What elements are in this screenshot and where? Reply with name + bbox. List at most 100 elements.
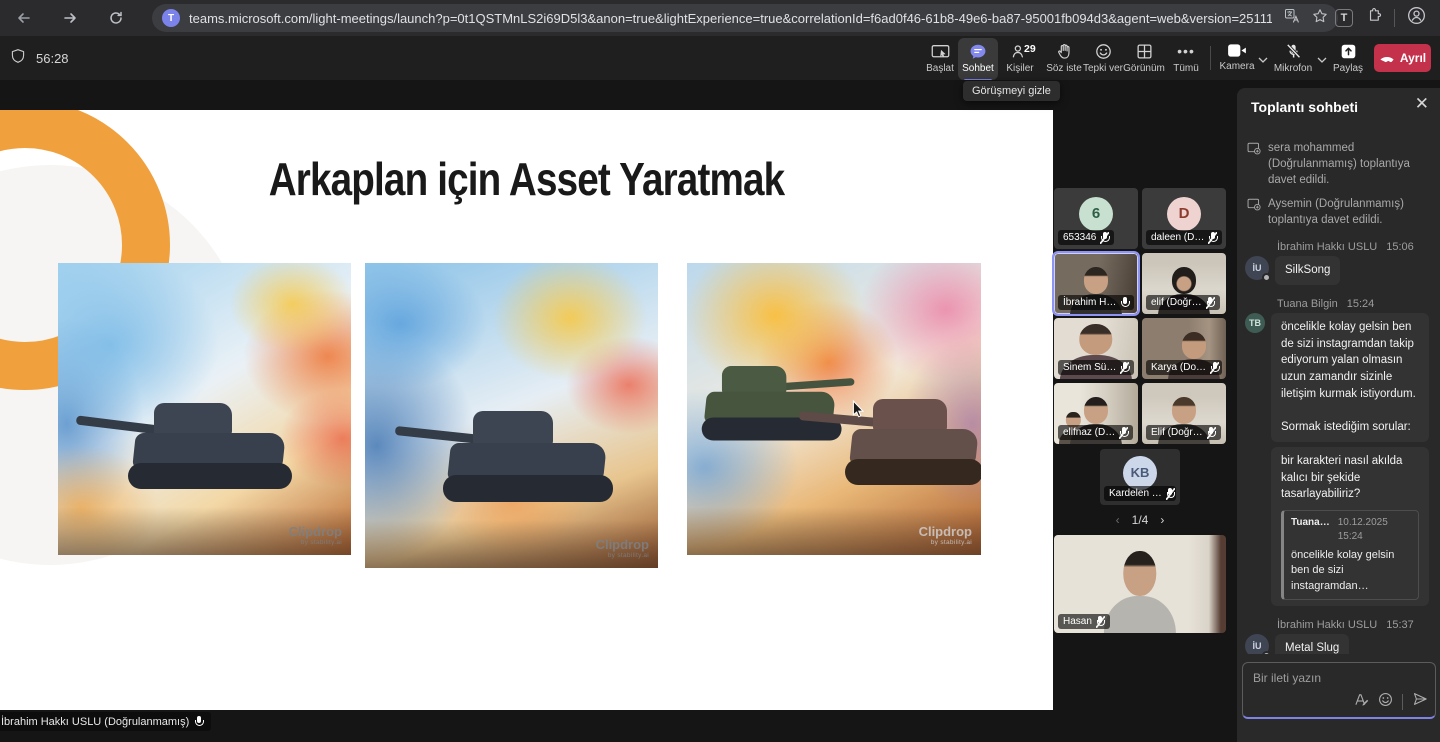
teams-meeting-window: T teams.microsoft.com/light-meetings/lau…: [0, 0, 1440, 742]
forward-button[interactable]: [60, 8, 80, 28]
chat-bubble[interactable]: Metal Slug: [1275, 634, 1349, 654]
quoted-message: Tuana…10.12.2025 15:24 öncelikle kolay g…: [1281, 510, 1419, 600]
smiley-icon: [1095, 43, 1112, 60]
back-button[interactable]: [14, 8, 34, 28]
pinned-extension-icon[interactable]: T: [1335, 9, 1353, 27]
page-indicator: 1/4: [1132, 513, 1149, 527]
chat-button[interactable]: Sohbet: [958, 38, 998, 80]
meeting-stage: Arkaplan için Asset Yaratmak Clipdropby …: [0, 80, 1440, 742]
share-screen-button[interactable]: Başlat: [918, 38, 962, 80]
tank-artwork-1: Clipdropby stability.ai: [58, 263, 351, 555]
leave-button[interactable]: Ayrıl: [1374, 44, 1431, 72]
message-header: Tuana Bilgin15:24: [1277, 298, 1430, 310]
send-icon[interactable]: [1412, 691, 1428, 712]
emoji-icon[interactable]: [1378, 692, 1393, 712]
browser-toolbar: T teams.microsoft.com/light-meetings/lau…: [0, 0, 1440, 36]
browser-actions: T: [1335, 0, 1440, 36]
reload-button[interactable]: [106, 8, 126, 28]
avatar: D: [1167, 197, 1201, 231]
chat-bubble[interactable]: bir karakteri nasıl akılda kalıcı bir şe…: [1271, 447, 1429, 606]
view-button[interactable]: Görünüm: [1121, 38, 1167, 80]
chat-panel-title: Toplantı sohbeti: [1251, 99, 1358, 115]
close-icon[interactable]: ✕: [1415, 94, 1429, 114]
grid-icon: [1136, 43, 1153, 60]
participant-tile[interactable]: KB Kardelen …: [1100, 449, 1180, 505]
participant-tile[interactable]: Sinem Sü…: [1054, 318, 1138, 379]
translate-icon[interactable]: [1284, 8, 1300, 29]
system-event: sera mohammed (Doğrulanmamış) toplantıya…: [1247, 140, 1430, 188]
meeting-timer: 56:28: [36, 51, 69, 66]
slide-title: Arkaplan için Asset Yaratmak: [84, 152, 969, 206]
more-dots-icon: •••: [1177, 43, 1195, 60]
extensions-puzzle-icon[interactable]: [1365, 7, 1382, 29]
profile-avatar-icon[interactable]: [1407, 6, 1426, 30]
participant-tile[interactable]: Elif (Doğr…: [1142, 383, 1226, 444]
presence-dot: [1262, 273, 1271, 282]
tiles-pagination: ‹ 1/4 ›: [1054, 510, 1226, 530]
participant-count: 29: [1024, 43, 1036, 55]
system-event: Aysemin (Doğrulanmamış) toplantıya davet…: [1247, 196, 1430, 228]
mic-off-icon: [1207, 427, 1216, 439]
people-button[interactable]: 29 Kişiler: [998, 38, 1042, 80]
meeting-toolbar: 56:28 Başlat Sohbet 29 Kişiler Söz iste …: [0, 36, 1440, 80]
presenter-label: İbrahim Hakkı USLU (Doğrulanmamış): [0, 712, 211, 731]
bookmark-star-icon[interactable]: [1312, 8, 1328, 29]
share-button[interactable]: Paylaş: [1328, 38, 1368, 80]
camera-icon: [1227, 43, 1247, 58]
clipdrop-watermark: Clipdropby stability.ai: [289, 525, 342, 547]
avatar: 6: [1079, 197, 1113, 231]
meeting-chat-panel: Toplantı sohbeti ✕ sera mohammed (Doğrul…: [1237, 88, 1440, 742]
mic-off-icon: [1096, 616, 1105, 628]
react-button[interactable]: Tepki ver: [1080, 38, 1126, 80]
share-up-icon: [1340, 43, 1357, 60]
avatar: İU: [1245, 634, 1269, 654]
avatar: TB: [1245, 313, 1265, 333]
mic-on-icon: [194, 716, 203, 728]
chat-bubble[interactable]: SilkSong: [1275, 256, 1340, 285]
raised-hand-icon: [1056, 43, 1073, 60]
address-bar[interactable]: T teams.microsoft.com/light-meetings/lau…: [152, 4, 1338, 32]
divider: [1394, 9, 1395, 27]
participant-tile[interactable]: Karya (Do…: [1142, 318, 1226, 379]
hangup-icon: [1379, 53, 1395, 63]
more-button[interactable]: ••• Tümü: [1167, 38, 1205, 80]
message-input[interactable]: Bir ileti yazın: [1242, 662, 1436, 719]
mic-options-chevron[interactable]: [1317, 50, 1327, 68]
next-page-chevron[interactable]: ›: [1160, 513, 1164, 527]
participant-tile[interactable]: 6 653346: [1054, 188, 1138, 249]
mic-off-icon: [1166, 488, 1175, 500]
message-group: TB öncelikle kolay gelsin ben de sizi in…: [1245, 313, 1430, 606]
camera-button[interactable]: Kamera: [1216, 38, 1258, 80]
mic-off-icon: [1210, 362, 1219, 374]
participants-strip: 6 653346 D daleen (D… İbrahim H… elif (D…: [1054, 80, 1226, 742]
clipdrop-watermark: Clipdropby stability.ai: [596, 538, 649, 560]
teams-favicon-icon: T: [162, 9, 180, 27]
microphone-button[interactable]: Mikrofon: [1270, 38, 1316, 80]
tank-artwork-2: Clipdropby stability.ai: [365, 263, 658, 568]
mic-off-icon: [1100, 232, 1109, 244]
prev-page-chevron[interactable]: ‹: [1116, 513, 1120, 527]
message-header: İbrahim Hakkı USLU15:37: [1277, 619, 1430, 631]
mouse-cursor: [852, 400, 866, 424]
shield-icon[interactable]: [10, 48, 26, 69]
divider: [1210, 46, 1211, 70]
mic-off-icon: [1285, 43, 1302, 60]
clipdrop-watermark: Clipdropby stability.ai: [919, 525, 972, 547]
mic-off-icon: [1208, 232, 1217, 244]
meeting-invite-icon: [1247, 141, 1261, 155]
participant-tile[interactable]: İbrahim H…: [1054, 253, 1138, 314]
mic-off-icon: [1119, 427, 1128, 439]
camera-options-chevron[interactable]: [1258, 50, 1268, 68]
message-group: İU SilkSong: [1245, 256, 1430, 285]
format-icon[interactable]: [1354, 692, 1369, 712]
participant-tile[interactable]: elifnaz (D…: [1054, 383, 1138, 444]
avatar: KB: [1123, 456, 1157, 490]
url-text: teams.microsoft.com/light-meetings/launc…: [189, 11, 1272, 26]
participant-tile[interactable]: D daleen (D…: [1142, 188, 1226, 249]
participant-tile[interactable]: Hasan: [1054, 535, 1226, 633]
mic-off-icon: [1120, 362, 1129, 374]
chat-messages[interactable]: sera mohammed (Doğrulanmamış) toplantıya…: [1237, 126, 1440, 654]
participant-tile[interactable]: elif (Doğr…: [1142, 253, 1226, 314]
avatar: İU: [1245, 256, 1269, 280]
chat-bubble[interactable]: öncelikle kolay gelsin ben de sizi insta…: [1271, 313, 1429, 442]
